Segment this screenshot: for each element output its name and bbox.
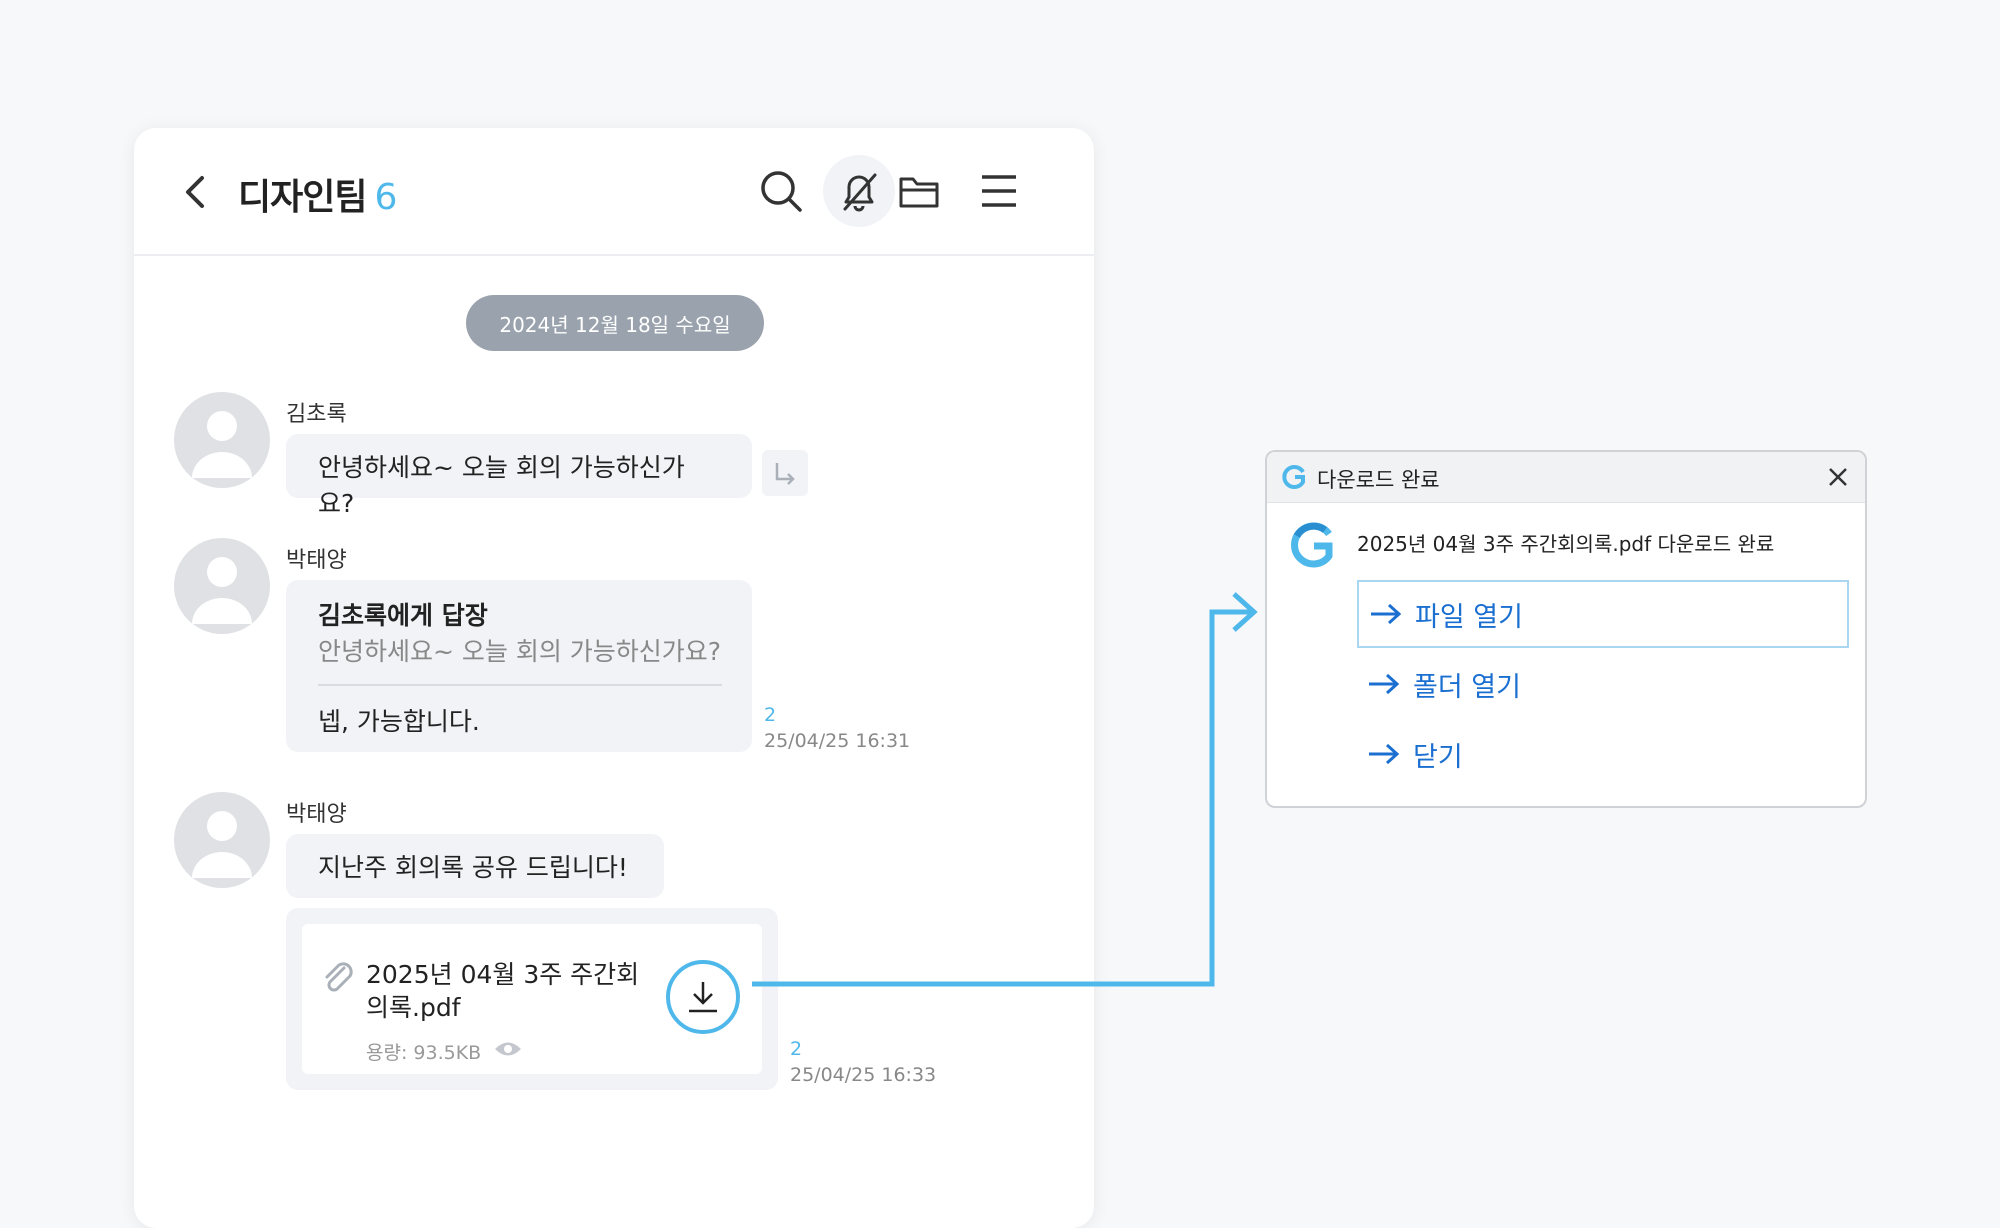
close-label: 닫기 — [1413, 741, 1463, 773]
app-logo-icon — [1287, 520, 1337, 574]
arrow-right-icon — [1371, 603, 1402, 625]
open-folder-link[interactable]: 폴더 열기 — [1357, 650, 1849, 718]
open-file-label: 파일 열기 — [1415, 601, 1523, 633]
download-complete-dialog: 다운로드 완료 2025년 04월 3주 주간회의록.pdf 다운로드 완료 파… — [1265, 450, 1867, 808]
app-logo-icon — [1281, 464, 1307, 494]
open-folder-label: 폴더 열기 — [1413, 671, 1521, 703]
arrow-right-icon — [1369, 743, 1400, 765]
open-file-link[interactable]: 파일 열기 — [1357, 580, 1849, 648]
dialog-title-bar: 다운로드 완료 — [1267, 452, 1865, 503]
close-icon[interactable] — [1825, 464, 1851, 490]
close-link[interactable]: 닫기 — [1357, 720, 1849, 788]
dialog-title: 다운로드 완료 — [1317, 468, 1440, 492]
dialog-message: 2025년 04월 3주 주간회의록.pdf 다운로드 완료 — [1357, 532, 1775, 556]
arrow-right-icon — [1369, 673, 1400, 695]
